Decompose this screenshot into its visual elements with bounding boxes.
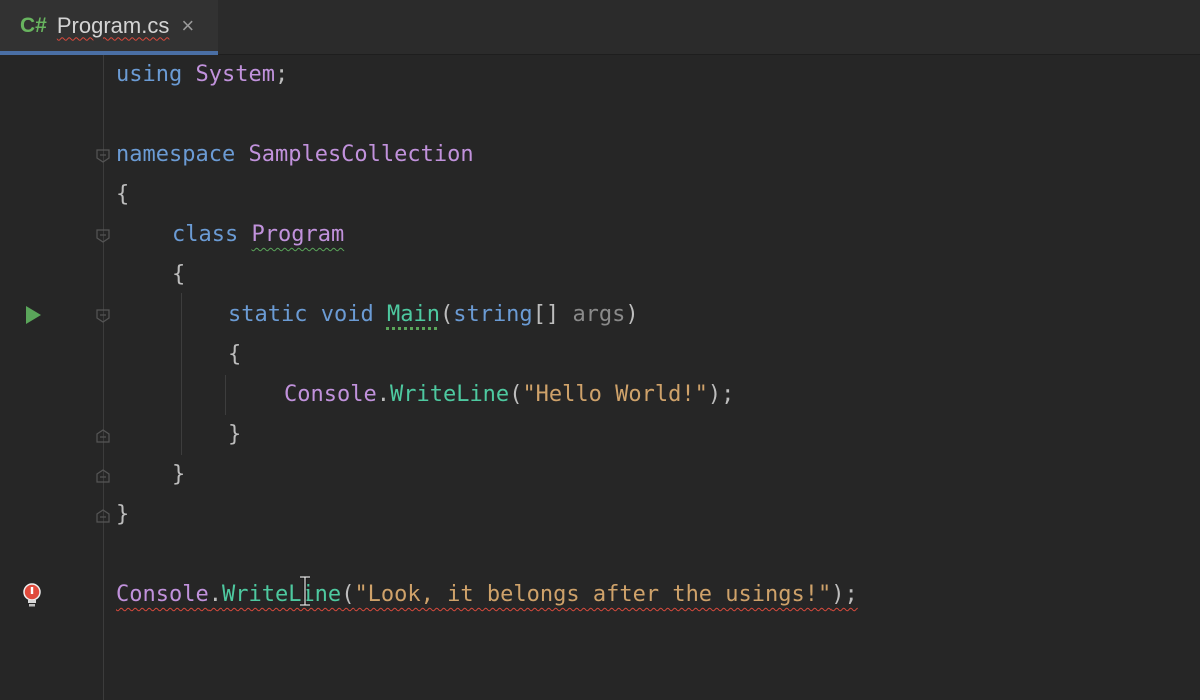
punctuation: . xyxy=(208,582,222,607)
class-ref: Console xyxy=(116,582,209,607)
class-name: Program xyxy=(251,222,345,247)
text-cursor-icon xyxy=(300,576,310,606)
method-name: Main xyxy=(386,302,440,327)
editor-tab-bar: C# Program.cs × xyxy=(0,0,1200,55)
parameter-name: args xyxy=(572,302,626,327)
punctuation: ); xyxy=(707,382,735,407)
fold-marker-icon[interactable] xyxy=(96,309,110,323)
keyword: using xyxy=(116,62,183,87)
code-line-brace[interactable]: { xyxy=(116,175,129,215)
quick-fix-bulb-icon[interactable] xyxy=(22,583,42,609)
indent-guide xyxy=(225,375,226,415)
fold-end-marker-icon[interactable] xyxy=(96,509,110,523)
keyword: namespace xyxy=(116,142,236,167)
fold-end-marker-icon[interactable] xyxy=(96,429,110,443)
punctuation: ); xyxy=(831,582,858,607)
namespace-name: SamplesCollection xyxy=(248,142,474,167)
method-call: WriteLine xyxy=(221,582,342,607)
tab-program-cs[interactable]: C# Program.cs × xyxy=(0,0,218,55)
code-editor[interactable]: using System; namespace SamplesCollectio… xyxy=(0,55,1200,700)
code-line-brace[interactable]: } xyxy=(172,455,185,495)
indent-guide xyxy=(181,293,182,455)
code-line-class[interactable]: class Program xyxy=(172,215,344,255)
keyword: string xyxy=(453,302,533,327)
close-icon[interactable]: × xyxy=(181,13,194,39)
code-line-error-statement[interactable]: Console.WriteLine("Look, it belongs afte… xyxy=(116,575,858,615)
code-line-brace[interactable]: { xyxy=(228,335,241,375)
error-highlight: Console.WriteLine("Look, it belongs afte… xyxy=(116,582,858,607)
keyword: void xyxy=(320,302,374,327)
punctuation: ( xyxy=(341,582,355,607)
fold-marker-icon[interactable] xyxy=(96,149,110,163)
csharp-file-icon: C# xyxy=(20,13,47,37)
run-triangle-icon[interactable] xyxy=(24,305,42,325)
punctuation: ) xyxy=(625,302,639,327)
string-literal: "Hello World!" xyxy=(522,382,708,407)
keyword: class xyxy=(172,222,239,247)
keyword: static xyxy=(228,302,308,327)
code-line-brace[interactable]: } xyxy=(228,415,241,455)
tab-filename[interactable]: Program.cs xyxy=(57,13,169,39)
code-line-brace[interactable]: { xyxy=(172,255,185,295)
punctuation: ; xyxy=(274,62,289,87)
fold-end-marker-icon[interactable] xyxy=(96,469,110,483)
code-line-namespace[interactable]: namespace SamplesCollection xyxy=(116,135,474,175)
code-line-main[interactable]: static void Main(string[] args) xyxy=(228,295,639,335)
code-line-writeline[interactable]: Console.WriteLine("Hello World!"); xyxy=(284,375,734,415)
code-line-brace[interactable]: } xyxy=(116,495,129,535)
punctuation: [] xyxy=(532,302,560,327)
string-literal: "Look, it belongs after the usings!" xyxy=(354,582,832,607)
namespace-ref: System xyxy=(195,62,275,87)
method-call: WriteLine xyxy=(389,382,510,407)
code-line-using[interactable]: using System; xyxy=(116,55,288,95)
class-ref: Console xyxy=(284,382,377,407)
punctuation: ( xyxy=(509,382,523,407)
fold-marker-icon[interactable] xyxy=(96,229,110,243)
punctuation: . xyxy=(376,382,390,407)
punctuation: ( xyxy=(439,302,454,327)
